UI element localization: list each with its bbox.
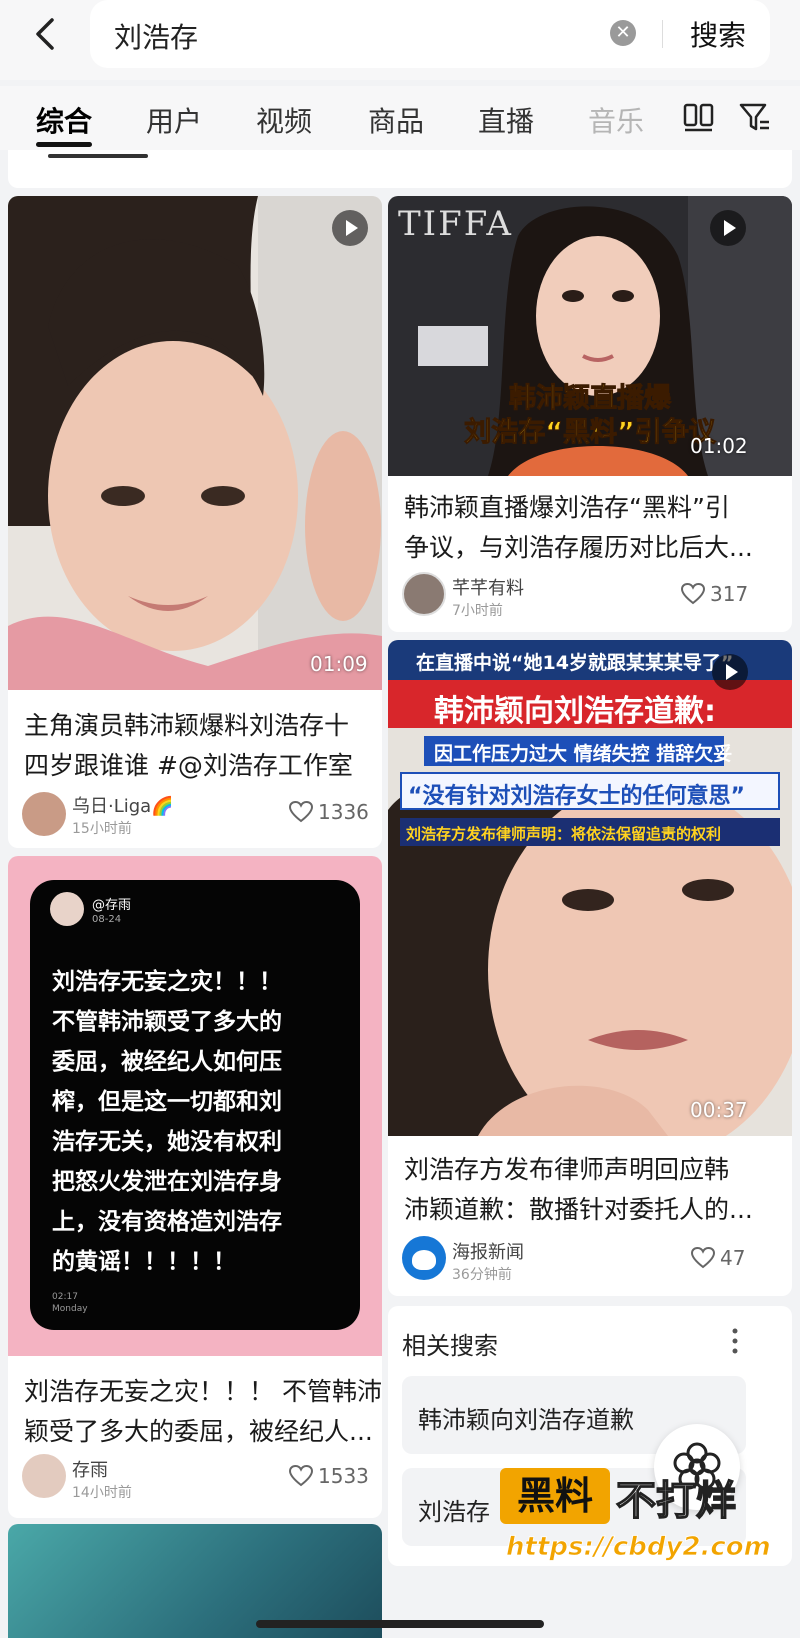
- play-icon: [332, 210, 368, 246]
- post-time: 14小时前: [72, 1485, 132, 1501]
- video-card[interactable]: 在直播中说“她14岁就跟某某某导了” 韩沛颖向刘浩存道歉: 因工作压力过大 情绪…: [388, 640, 792, 1296]
- previous-card-remnant: [8, 150, 792, 188]
- post-time: 36分钟前: [452, 1267, 512, 1283]
- author-name[interactable]: 存雨: [72, 1456, 108, 1482]
- thumbnail-brand-text: TIFFA: [398, 204, 513, 244]
- category-tabs: 综合 用户 视频 商品 直播 音乐: [0, 86, 800, 150]
- avatar: [50, 892, 84, 926]
- divider: [662, 20, 663, 48]
- like-heart-icon[interactable]: [690, 1246, 716, 1270]
- layout-toggle-icon[interactable]: [682, 100, 716, 134]
- like-heart-icon[interactable]: [680, 582, 706, 606]
- search-box[interactable]: 刘浩存 ✕ 搜索: [90, 0, 770, 68]
- avatar[interactable]: [22, 792, 66, 836]
- clear-search-icon[interactable]: ✕: [610, 20, 636, 46]
- video-card[interactable]: TIFFA 韩沛颖直播爆 刘浩存“黑料”引争议 01:02 韩沛颖直播爆刘浩存“…: [388, 196, 792, 632]
- like-count: 1336: [318, 800, 369, 824]
- card-title[interactable]: 刘浩存无妄之灾！！！ 不管韩沛 颖受了多大的委屈，被经纪人...: [24, 1372, 382, 1452]
- like-heart-icon[interactable]: [288, 800, 314, 824]
- avatar[interactable]: [402, 572, 446, 616]
- banner-reason: 因工作压力过大 情绪失控 措辞欠妥: [424, 736, 732, 766]
- like-count: 47: [720, 1246, 746, 1270]
- avatar[interactable]: [402, 1236, 446, 1280]
- like-count: 317: [710, 582, 749, 606]
- post-date: 08-24: [92, 914, 122, 925]
- video-thumbnail[interactable]: 在直播中说“她14岁就跟某某某导了” 韩沛颖向刘浩存道歉: 因工作压力过大 情绪…: [388, 640, 792, 1136]
- video-thumbnail[interactable]: 01:09: [8, 196, 382, 690]
- filter-icon[interactable]: [738, 100, 772, 134]
- post-weekday: Monday: [52, 1304, 88, 1314]
- back-arrow-icon[interactable]: [26, 14, 66, 54]
- author-name[interactable]: 乌日·Liga🌈: [72, 792, 174, 818]
- tab-products[interactable]: 商品: [368, 100, 424, 140]
- active-tab-indicator: [36, 142, 92, 147]
- top-bar: 刘浩存 ✕ 搜索: [0, 0, 800, 80]
- author-name[interactable]: 芊芊有料: [452, 574, 524, 600]
- post-time: 15小时前: [72, 821, 132, 837]
- tab-music[interactable]: 音乐: [588, 100, 644, 140]
- post-thumbnail[interactable]: @存雨 08-24 刘浩存无妄之灾！！！ 不管韩沛颖受了多大的 委屈，被经纪人如…: [8, 856, 382, 1356]
- watermark: 黑料 不打烊 https://cbdy2.com: [500, 1464, 800, 1574]
- watermark-badge: 黑料: [500, 1468, 610, 1524]
- card-title[interactable]: 主角演员韩沛颖爆料刘浩存十 四岁跟谁谁 #@刘浩存工作室: [24, 706, 353, 786]
- watermark-text: 不打烊: [615, 1477, 737, 1525]
- search-button[interactable]: 搜索: [690, 14, 746, 54]
- tab-videos[interactable]: 视频: [256, 100, 312, 140]
- screenshot-post: @存雨 08-24 刘浩存无妄之灾！！！ 不管韩沛颖受了多大的 委屈，被经纪人如…: [30, 880, 360, 1330]
- watermark-url: https://cbdy2.com: [506, 1532, 772, 1563]
- tab-live[interactable]: 直播: [478, 100, 534, 140]
- post-text: 刘浩存无妄之灾！！！ 不管韩沛颖受了多大的 委屈，被经纪人如何压 榨，但是这一切…: [52, 969, 282, 1275]
- post-username: @存雨: [92, 898, 132, 913]
- tab-users[interactable]: 用户: [146, 100, 202, 140]
- banner-quote: “没有针对刘浩存女士的任何意思”: [400, 772, 780, 810]
- like-count: 1533: [318, 1464, 369, 1488]
- video-thumbnail[interactable]: TIFFA 韩沛颖直播爆 刘浩存“黑料”引争议 01:02: [388, 196, 792, 476]
- home-indicator[interactable]: [256, 1620, 544, 1628]
- play-icon: [710, 210, 746, 246]
- card-title[interactable]: 韩沛颖直播爆刘浩存“黑料”引 争议，与刘浩存履历对比后大...: [404, 488, 753, 568]
- more-options-icon[interactable]: [730, 1326, 740, 1356]
- video-card[interactable]: 01:09 主角演员韩沛颖爆料刘浩存十 四岁跟谁谁 #@刘浩存工作室 乌日·Li…: [8, 196, 382, 848]
- seal-logo-icon: [412, 1250, 436, 1270]
- author-name[interactable]: 海报新闻: [452, 1238, 524, 1264]
- post-time: 7小时前: [452, 603, 503, 619]
- related-title: 相关搜索: [402, 1332, 498, 1360]
- video-duration: 01:09: [310, 652, 368, 676]
- tab-comprehensive[interactable]: 综合: [36, 100, 92, 140]
- play-icon: [712, 654, 748, 690]
- image-card[interactable]: @存雨 08-24 刘浩存无妄之灾！！！ 不管韩沛颖受了多大的 委屈，被经纪人如…: [8, 856, 382, 1518]
- card-title[interactable]: 刘浩存方发布律师声明回应韩 沛颖道歉：散播针对委托人的...: [404, 1150, 753, 1230]
- post-clock: 02:17: [52, 1292, 78, 1302]
- video-duration: 00:37: [690, 1098, 748, 1122]
- search-input[interactable]: 刘浩存: [114, 16, 198, 56]
- avatar[interactable]: [22, 1454, 66, 1498]
- banner-note: 刘浩存方发布律师声明：将依法保留追责的权利: [400, 818, 780, 846]
- video-duration: 01:02: [690, 434, 748, 458]
- like-heart-icon[interactable]: [288, 1464, 314, 1488]
